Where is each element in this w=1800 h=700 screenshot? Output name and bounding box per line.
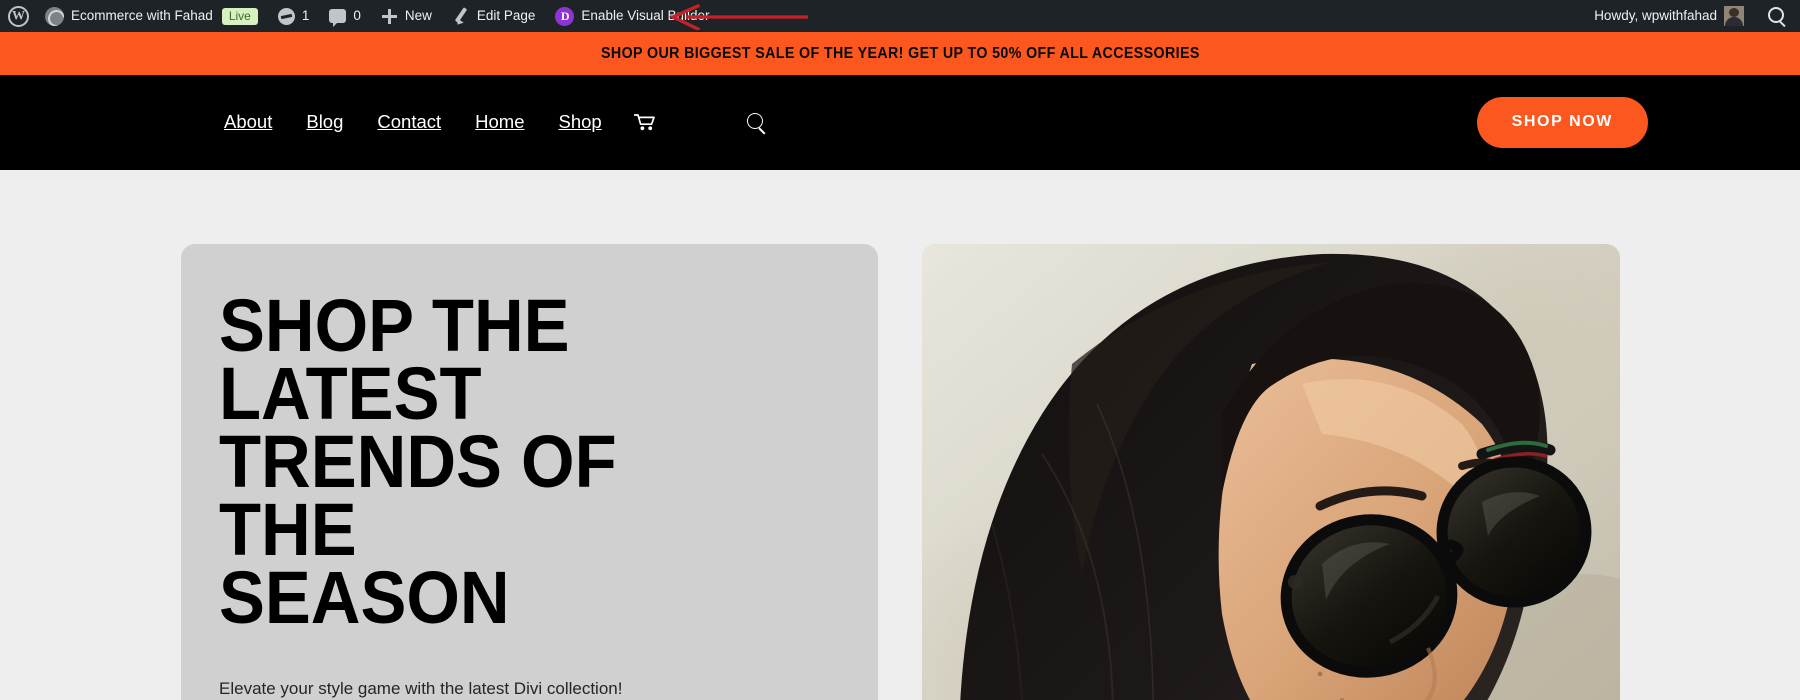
updates-menu[interactable]: 1	[268, 0, 320, 32]
enable-visual-builder-label: Enable Visual Builder	[581, 8, 710, 23]
new-content-menu[interactable]: New	[371, 0, 442, 32]
my-account-menu[interactable]: Howdy, wpwithfahad	[1584, 0, 1754, 32]
edit-page-menu[interactable]: Edit Page	[442, 0, 546, 32]
shop-now-button[interactable]: SHOP NOW	[1476, 97, 1648, 148]
shopping-cart-icon	[633, 114, 656, 131]
comments-menu[interactable]: 0	[319, 0, 371, 32]
nav-item-contact[interactable]: Contact	[360, 113, 458, 132]
nav-item-home[interactable]: Home	[458, 113, 541, 132]
cart-link[interactable]: 0 Items	[619, 114, 731, 132]
hero-text-card: SHOP THE LATEST TRENDS OF THE SEASON Ele…	[181, 244, 878, 700]
greeting-label: Howdy, wpwithfahad	[1594, 8, 1717, 23]
admin-bar-right-group: Howdy, wpwithfahad	[1584, 0, 1800, 32]
plus-icon	[381, 8, 398, 25]
updates-count: 1	[301, 8, 310, 23]
hero-heading: SHOP THE LATEST TRENDS OF THE SEASON	[219, 284, 617, 640]
wp-logo-menu[interactable]	[0, 0, 35, 32]
admin-bar-left-group: Ecommerce with Fahad Live 1 0 New Edit P…	[0, 0, 720, 32]
site-dashboard-icon	[45, 6, 64, 26]
new-content-label: New	[404, 8, 432, 23]
promo-banner: SHOP OUR BIGGEST SALE OF THE YEAR! GET U…	[0, 32, 1800, 75]
site-name-label: Ecommerce with Fahad	[71, 8, 213, 23]
hero-model-photo	[922, 244, 1620, 700]
site-name-menu[interactable]: Ecommerce with Fahad Live	[35, 0, 268, 32]
cart-items-count-label: 0 Items	[666, 113, 720, 131]
comment-bubble-icon	[329, 9, 347, 27]
wordpress-logo-icon	[8, 5, 29, 27]
divi-logo-icon: D	[555, 6, 575, 26]
live-status-badge: Live	[221, 7, 258, 25]
nav-item-blog[interactable]: Blog	[289, 113, 360, 132]
promo-banner-text: SHOP OUR BIGGEST SALE OF THE YEAR! GET U…	[600, 44, 1200, 62]
comments-count: 0	[353, 8, 361, 23]
nav-item-shop[interactable]: Shop	[542, 113, 619, 132]
main-navigation: About Blog Contact Home Shop 0 Items	[207, 112, 767, 133]
updates-icon	[277, 7, 295, 25]
site-header: About Blog Contact Home Shop 0 Items SHO…	[0, 75, 1800, 170]
hero-section: SHOP THE LATEST TRENDS OF THE SEASON Ele…	[0, 170, 1800, 700]
edit-page-label: Edit Page	[476, 8, 536, 23]
search-icon[interactable]	[1768, 7, 1786, 25]
search-icon[interactable]	[747, 112, 767, 133]
user-avatar	[1724, 6, 1744, 26]
pencil-icon	[452, 7, 470, 25]
enable-visual-builder-menu[interactable]: D Enable Visual Builder	[545, 0, 719, 32]
nav-item-about[interactable]: About	[207, 113, 289, 132]
hero-paragraph: Elevate your style game with the latest …	[219, 679, 623, 699]
wp-admin-bar: Ecommerce with Fahad Live 1 0 New Edit P…	[0, 0, 1800, 32]
